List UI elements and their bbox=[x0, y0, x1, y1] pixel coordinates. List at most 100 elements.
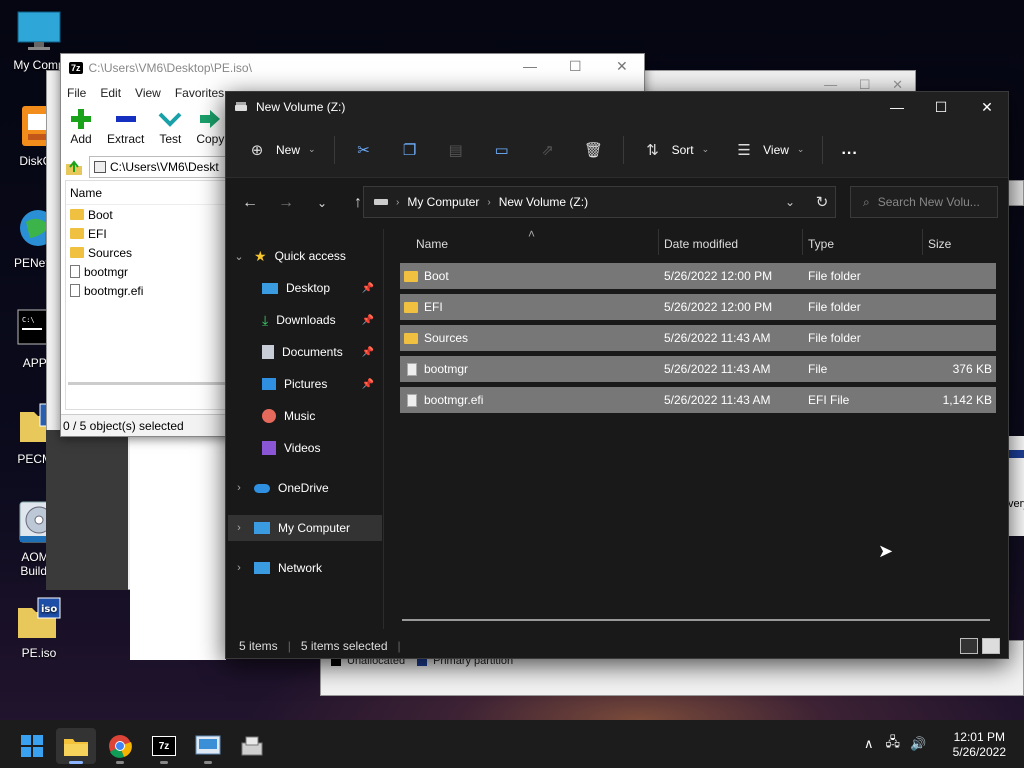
file-explorer-window[interactable]: New Volume (Z:) — ☐ ✕ ⊕ New ⌄ ✂ ❐ ▤ ▭ ⇗ … bbox=[225, 91, 1009, 659]
sidebar-item-desktop[interactable]: Desktop 📌 bbox=[262, 275, 380, 301]
copy-button[interactable]: ❐ bbox=[389, 132, 431, 168]
desktop-icon bbox=[262, 282, 278, 294]
horizontal-scrollbar[interactable] bbox=[402, 619, 990, 621]
list-item[interactable]: Sources bbox=[66, 243, 244, 262]
sidebar-item-videos[interactable]: Videos bbox=[262, 435, 320, 461]
new-label: New bbox=[276, 142, 301, 157]
7zip-file-list[interactable]: Name Boot EFI Sources bootmgr bootmgr.ef… bbox=[65, 180, 245, 410]
maximize-button[interactable]: ☐ bbox=[918, 92, 964, 122]
pictures-icon bbox=[262, 378, 276, 390]
tiles-view-icon[interactable] bbox=[982, 638, 1000, 654]
table-row[interactable]: bootmgr 5/26/2022 11:43 AM File 376 KB bbox=[400, 356, 996, 382]
sidebar-item-onedrive[interactable]: › OneDrive bbox=[232, 475, 329, 501]
command-bar: ⊕ New ⌄ ✂ ❐ ▤ ▭ ⇗ 🗑 ⇅ Sort ⌄ ☰ View ⌄ ..… bbox=[226, 122, 1008, 178]
sidebar-item-pictures[interactable]: Pictures 📌 bbox=[262, 371, 380, 397]
volume-icon[interactable]: 🔊 bbox=[910, 736, 926, 752]
breadcrumb-new-volume[interactable]: New Volume (Z:) bbox=[499, 195, 588, 209]
address-bar[interactable]: › My Computer › New Volume (Z:) ⌄ bbox=[363, 186, 836, 218]
file-list[interactable]: Name ˄ Date modified Type Size Boot 5/26… bbox=[400, 227, 1000, 629]
table-row[interactable]: Boot 5/26/2022 12:00 PM File folder bbox=[400, 263, 996, 289]
rename-icon: ▭ bbox=[494, 141, 509, 159]
add-button[interactable]: Add bbox=[69, 108, 93, 146]
test-button[interactable]: Test bbox=[158, 108, 182, 146]
start-button[interactable] bbox=[12, 728, 52, 764]
folder-icon bbox=[404, 332, 418, 344]
computer-icon bbox=[254, 522, 270, 534]
rename-button[interactable]: ▭ bbox=[481, 132, 523, 168]
column-size[interactable]: Size bbox=[928, 237, 951, 251]
column-name[interactable]: Name bbox=[66, 181, 244, 205]
back-button[interactable]: ← bbox=[234, 187, 266, 219]
search-box[interactable]: ⌕ Search New Volu... bbox=[850, 186, 998, 218]
list-item-name: bootmgr bbox=[84, 264, 129, 279]
iso-file-icon: iso bbox=[16, 596, 62, 642]
taskbar-7zip[interactable]: 7z bbox=[144, 728, 184, 764]
table-row[interactable]: Sources 5/26/2022 11:43 AM File folder bbox=[400, 325, 996, 351]
search-icon: ⌕ bbox=[863, 194, 870, 209]
more-options-button[interactable]: ... bbox=[831, 132, 867, 168]
cut-button[interactable]: ✂ bbox=[343, 132, 385, 168]
documents-icon bbox=[262, 345, 274, 359]
column-date[interactable]: Date modified bbox=[664, 237, 738, 251]
new-button[interactable]: ⊕ New ⌄ bbox=[236, 132, 326, 168]
background-window-panel bbox=[130, 430, 226, 660]
paste-button[interactable]: ▤ bbox=[435, 132, 477, 168]
chevron-up-icon[interactable]: ∧ bbox=[864, 736, 874, 752]
taskbar-chrome[interactable] bbox=[100, 728, 140, 764]
divider bbox=[622, 135, 624, 164]
taskbar-control-panel[interactable] bbox=[188, 728, 228, 764]
background-window-scroll bbox=[1008, 180, 1024, 206]
share-button[interactable]: ⇗ bbox=[527, 132, 569, 168]
installer-icon bbox=[241, 736, 263, 756]
chevron-right-icon: › bbox=[237, 562, 241, 574]
view-button[interactable]: ☰ View ⌄ bbox=[723, 132, 814, 168]
7zip-titlebar[interactable]: 7z C:\Users\VM6\Desktop\PE.iso\ bbox=[61, 54, 644, 82]
monitor-icon bbox=[16, 8, 62, 54]
menu-file[interactable]: File bbox=[67, 86, 86, 100]
menu-edit[interactable]: Edit bbox=[100, 86, 121, 100]
list-item[interactable]: EFI bbox=[66, 224, 244, 243]
taskbar-file-explorer[interactable] bbox=[56, 728, 96, 764]
menu-view[interactable]: View bbox=[135, 86, 161, 100]
taskbar-installer[interactable] bbox=[232, 728, 272, 764]
copy-button[interactable]: Copy bbox=[196, 108, 224, 146]
menu-favorites[interactable]: Favorites bbox=[175, 86, 224, 100]
maximize-button[interactable]: ☐ bbox=[569, 58, 582, 75]
table-row[interactable]: EFI 5/26/2022 12:00 PM File folder bbox=[400, 294, 996, 320]
minimize-button[interactable]: — bbox=[874, 92, 920, 122]
up-folder-icon[interactable] bbox=[65, 158, 83, 176]
close-button[interactable]: ✕ bbox=[616, 58, 628, 75]
recent-locations-button[interactable]: ⌄ bbox=[306, 187, 338, 219]
details-view-icon[interactable] bbox=[960, 638, 978, 654]
breadcrumb-my-computer[interactable]: My Computer bbox=[407, 195, 479, 209]
sidebar-item-downloads[interactable]: ⤓ Downloads 📌 bbox=[262, 307, 380, 333]
clock[interactable]: 12:01 PM 5/26/2022 bbox=[953, 730, 1006, 760]
list-item-name: bootmgr.efi bbox=[84, 283, 144, 298]
list-item[interactable]: bootmgr.efi bbox=[66, 281, 244, 300]
sidebar-item-quick-access[interactable]: ⌄ ★ Quick access bbox=[232, 243, 346, 269]
horizontal-scrollbar[interactable] bbox=[68, 382, 228, 385]
chevron-down-icon[interactable]: ⌄ bbox=[785, 195, 795, 209]
network-status-icon[interactable]: 🖧 bbox=[886, 733, 901, 755]
clock-date: 5/26/2022 bbox=[952, 745, 1006, 759]
sidebar-item-my-computer[interactable]: › My Computer bbox=[228, 515, 382, 541]
chevron-right-icon: › bbox=[487, 196, 491, 208]
refresh-button[interactable]: ↻ bbox=[806, 186, 838, 218]
forward-button[interactable]: → bbox=[270, 187, 302, 219]
extract-button[interactable]: Extract bbox=[107, 108, 144, 146]
minimize-button[interactable]: — bbox=[523, 58, 537, 74]
list-item[interactable]: bootmgr bbox=[66, 262, 244, 281]
close-button[interactable]: ✕ bbox=[964, 92, 1008, 122]
sidebar-item-documents[interactable]: Documents 📌 bbox=[262, 339, 380, 365]
sidebar-item-music[interactable]: Music bbox=[262, 403, 315, 429]
sort-button[interactable]: ⇅ Sort ⌄ bbox=[632, 132, 720, 168]
delete-button[interactable]: 🗑 bbox=[573, 132, 615, 168]
chevron-down-icon: ⌄ bbox=[796, 144, 805, 154]
sidebar-item-network[interactable]: › Network bbox=[232, 555, 322, 581]
table-row[interactable]: bootmgr.efi 5/26/2022 11:43 AM EFI File … bbox=[400, 387, 996, 413]
desktop-icon-pe-iso[interactable]: iso PE.iso bbox=[0, 596, 78, 660]
column-name[interactable]: Name bbox=[416, 237, 448, 251]
list-item[interactable]: Boot bbox=[66, 205, 244, 224]
cloud-icon bbox=[254, 483, 270, 493]
column-type[interactable]: Type bbox=[808, 237, 834, 251]
